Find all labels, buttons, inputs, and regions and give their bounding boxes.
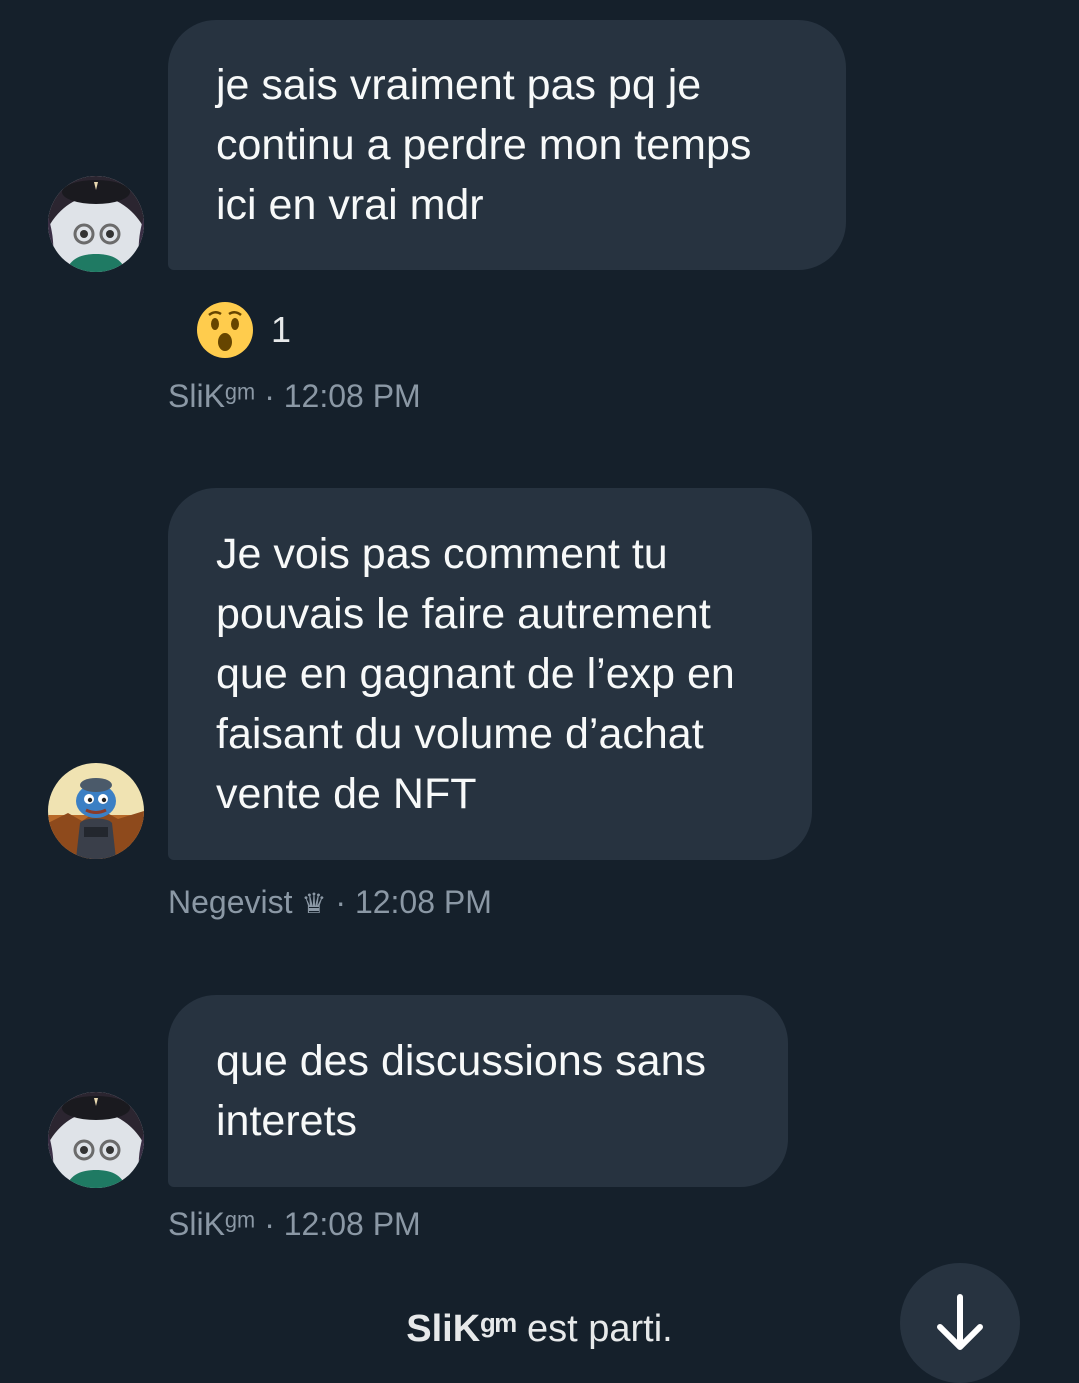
message-meta: SliKᵍᵐ · 12:08 PM: [168, 1206, 421, 1243]
timestamp: · 12:08 PM: [335, 884, 492, 920]
message-text: Je vois pas comment tu pouvais le faire …: [216, 530, 735, 818]
message-meta: Negevist ♛ · 12:08 PM: [168, 884, 492, 921]
avatar[interactable]: [48, 1092, 144, 1188]
message-text: je sais vraiment pas pq je continu a per…: [216, 61, 752, 229]
message-bubble[interactable]: je sais vraiment pas pq je continu a per…: [168, 20, 846, 270]
timestamp: · 12:08 PM: [264, 1206, 421, 1242]
reaction-count: 1: [271, 309, 292, 350]
message-bubble[interactable]: que des discussions sans interets: [168, 995, 788, 1187]
scroll-to-bottom-button[interactable]: [900, 1263, 1020, 1383]
message-meta: SliKᵍᵐ · 12:08 PM: [168, 378, 421, 415]
author-name[interactable]: Negevist: [168, 884, 293, 920]
avatar[interactable]: [48, 763, 144, 859]
author-name[interactable]: SliKᵍᵐ: [168, 378, 255, 414]
arrow-down-icon: [937, 1294, 983, 1350]
crown-icon: ♛: [301, 888, 327, 919]
status-text: est parti.: [516, 1308, 673, 1350]
pepe-avatar-icon: [48, 763, 144, 859]
status-user-name[interactable]: SliKᵍᵐ: [406, 1308, 516, 1350]
timestamp: · 12:08 PM: [264, 378, 421, 414]
reaction-chip[interactable]: 1: [195, 300, 291, 360]
message-text: que des discussions sans interets: [216, 1037, 707, 1145]
message-bubble[interactable]: Je vois pas comment tu pouvais le faire …: [168, 488, 812, 860]
anime-avatar-icon: [48, 1092, 144, 1188]
anime-avatar-icon: [48, 176, 144, 272]
avatar[interactable]: [48, 176, 144, 272]
astonished-face-icon: [197, 302, 253, 358]
author-name[interactable]: SliKᵍᵐ: [168, 1206, 255, 1242]
